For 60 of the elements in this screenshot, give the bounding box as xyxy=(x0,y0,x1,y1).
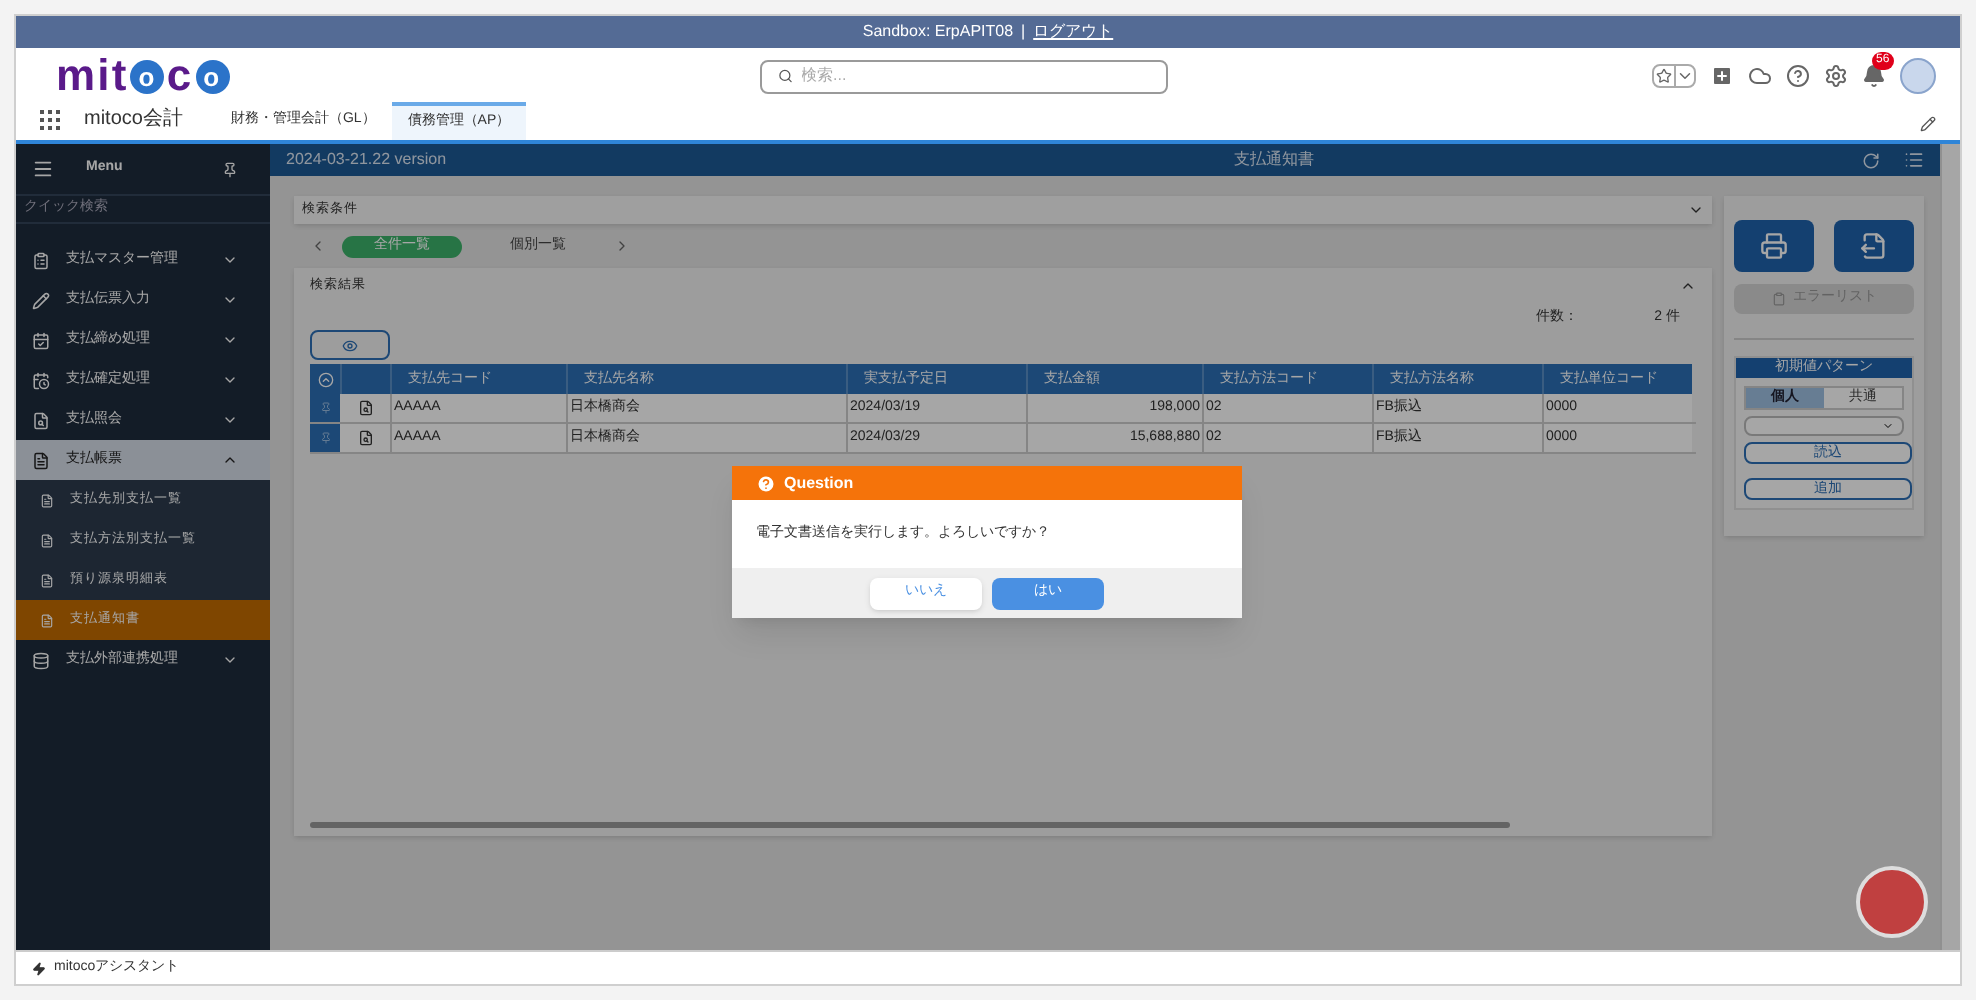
detail-icon[interactable] xyxy=(357,430,373,447)
printer-icon xyxy=(1760,232,1788,260)
export-button[interactable] xyxy=(1834,220,1914,272)
chevron-up-icon xyxy=(222,452,238,468)
question-icon xyxy=(756,473,776,493)
print-button[interactable] xyxy=(1734,220,1814,272)
edit-icon[interactable] xyxy=(1920,116,1936,132)
app-launcher-icon[interactable] xyxy=(40,110,60,130)
logout-link[interactable]: ログアウト xyxy=(1033,20,1114,44)
calendar-clock-icon xyxy=(32,371,50,389)
chevron-down-icon xyxy=(222,252,238,268)
pencil-icon xyxy=(32,291,50,309)
detail-icon[interactable] xyxy=(357,400,373,417)
chevron-down-icon xyxy=(222,652,238,668)
next-icon[interactable] xyxy=(614,238,630,254)
view-button[interactable] xyxy=(310,330,390,361)
caret-icon xyxy=(1674,66,1694,86)
scrollbar[interactable] xyxy=(310,822,1510,828)
document-icon xyxy=(40,613,54,627)
collapse-all-icon[interactable] xyxy=(317,371,333,388)
clipboard-icon xyxy=(1771,292,1785,306)
clipboard-icon xyxy=(32,251,50,269)
chevron-down-icon xyxy=(222,332,238,348)
chevron-down-icon xyxy=(222,292,238,308)
app-name: mitoco会計 xyxy=(84,105,183,134)
export-icon xyxy=(1860,232,1888,260)
search-field[interactable]: 検索... xyxy=(760,59,1168,93)
help-icon[interactable] xyxy=(1786,64,1810,88)
sandbox-org: Sandbox: ErpAPIT08 xyxy=(862,20,1014,44)
bell-icon[interactable] xyxy=(1862,64,1886,88)
pin-icon[interactable] xyxy=(222,161,238,177)
version-label: 2024-03-21.22 version xyxy=(286,148,449,172)
chevron-down-icon xyxy=(222,372,238,388)
eye-icon xyxy=(342,337,358,354)
bolt-icon xyxy=(32,961,46,975)
chevron-down-icon xyxy=(1688,202,1704,218)
favorites-button[interactable] xyxy=(1652,64,1696,88)
separator: | xyxy=(1021,20,1026,44)
refresh-icon[interactable] xyxy=(1862,151,1880,169)
avatar[interactable] xyxy=(1900,58,1936,94)
dialog-title: Question xyxy=(784,471,854,495)
search-icon xyxy=(778,68,793,84)
add-icon[interactable] xyxy=(1710,64,1734,88)
search-input[interactable]: 検索... xyxy=(801,64,1150,88)
page-title: 支払通知書 xyxy=(1232,148,1316,172)
document-icon xyxy=(32,451,50,469)
database-icon xyxy=(32,651,50,669)
chevron-down-icon xyxy=(222,412,238,428)
prev-icon[interactable] xyxy=(310,238,326,254)
document-icon xyxy=(40,573,54,587)
document-icon xyxy=(40,533,54,547)
menu-icon[interactable] xyxy=(32,158,54,180)
dropdown-icon xyxy=(1882,420,1894,432)
settings-icon[interactable] xyxy=(1824,64,1848,88)
document-icon xyxy=(40,493,54,507)
calendar-icon xyxy=(32,331,50,349)
list-icon[interactable] xyxy=(1904,150,1924,170)
star-icon xyxy=(1654,66,1674,86)
cloud-icon[interactable] xyxy=(1748,64,1772,88)
document-search-icon xyxy=(32,411,50,429)
